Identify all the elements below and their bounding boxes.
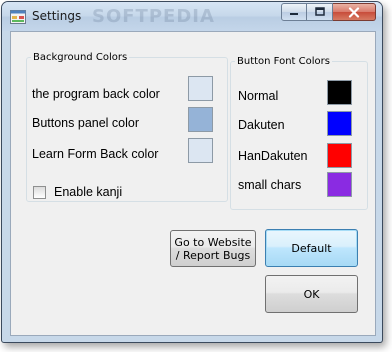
dakuten-color-label: Dakuten [238, 118, 285, 132]
client-area: Background Colors the program back color… [10, 31, 376, 336]
watermark: SOFTPEDIA [92, 6, 215, 27]
maximize-button[interactable] [307, 3, 333, 21]
go-to-website-line2: / Report Bugs [175, 248, 251, 262]
dakuten-color-swatch[interactable] [327, 111, 352, 136]
go-to-website-button[interactable]: Go to Website / Report Bugs [170, 230, 256, 267]
close-button[interactable] [333, 3, 376, 21]
title-bar[interactable]: Settings SOFTPEDIA [2, 2, 382, 31]
maximize-icon [314, 7, 325, 16]
normal-color-label: Normal [238, 89, 279, 103]
minimize-icon [290, 13, 298, 15]
default-button[interactable]: Default [265, 229, 358, 267]
minimize-button[interactable] [281, 3, 307, 21]
caption-buttons [281, 3, 376, 22]
app-window-icon [10, 10, 26, 24]
button-font-colors-legend: Button Font Colors [237, 56, 330, 67]
program-back-color-label: the program back color [32, 87, 160, 101]
buttons-panel-color-label: Buttons panel color [32, 116, 140, 130]
enable-kanji-label: Enable kanji [54, 185, 123, 199]
handakuten-color-swatch[interactable] [327, 143, 352, 168]
go-to-website-line1: Go to Website [174, 235, 252, 249]
normal-color-swatch[interactable] [327, 80, 352, 105]
ok-button-label: OK [303, 287, 320, 301]
small-chars-color-label: small chars [238, 178, 302, 192]
small-chars-color-swatch[interactable] [327, 172, 352, 197]
learn-form-back-color-label: Learn Form Back color [32, 147, 159, 161]
close-icon [348, 6, 360, 18]
handakuten-color-label: HanDakuten [238, 149, 308, 163]
enable-kanji-checkbox[interactable] [33, 185, 46, 199]
window-title: Settings [32, 9, 82, 23]
settings-window: Settings SOFTPEDIA Background Colors the… [1, 1, 383, 343]
buttons-panel-color-swatch[interactable] [188, 107, 213, 132]
learn-form-back-color-swatch[interactable] [188, 138, 213, 163]
enable-kanji-option[interactable]: Enable kanji [33, 185, 122, 199]
program-back-color-swatch[interactable] [188, 76, 213, 101]
default-button-label: Default [291, 241, 332, 255]
ok-button[interactable]: OK [265, 275, 358, 313]
go-to-website-label: Go to Website / Report Bugs [174, 236, 251, 262]
background-colors-legend: Background Colors [33, 52, 128, 63]
